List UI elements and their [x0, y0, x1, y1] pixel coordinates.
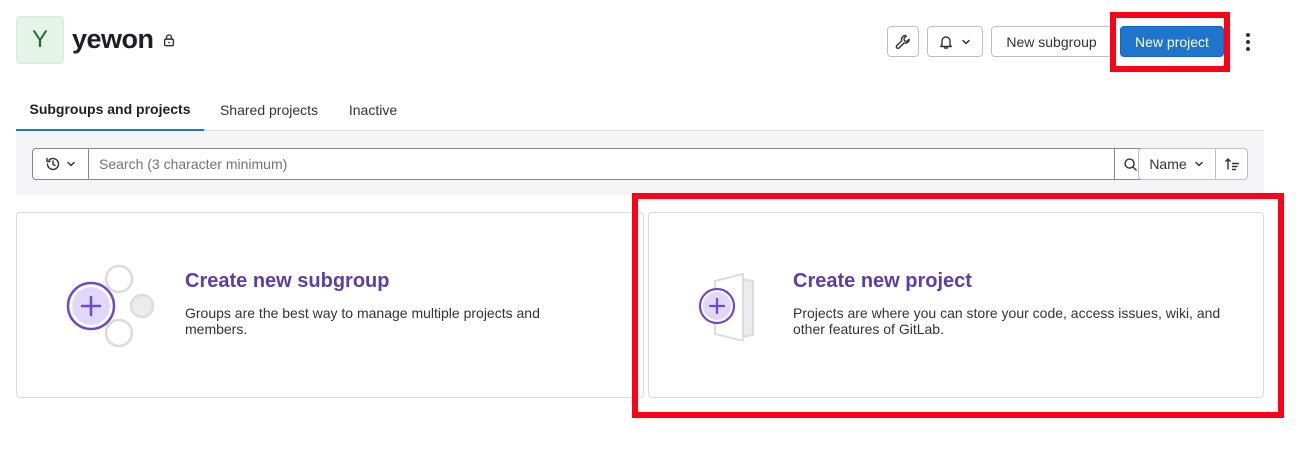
chevron-down-icon	[962, 39, 970, 44]
bell-icon	[940, 35, 952, 49]
create-subgroup-description: Groups are the best way to manage multip…	[185, 305, 540, 337]
tab-shared-projects[interactable]: Shared projects	[204, 88, 334, 131]
create-project-title[interactable]: Create new project	[793, 270, 972, 293]
notification-settings-button[interactable]	[927, 26, 983, 57]
create-subgroup-title[interactable]: Create new subgroup	[185, 270, 389, 293]
sort-by-dropdown[interactable]: Name	[1139, 149, 1216, 179]
create-project-description: Projects are where you can store your co…	[793, 305, 1221, 337]
search-input[interactable]	[89, 149, 1114, 179]
filter-bar: Name	[16, 132, 1264, 195]
project-illustration-icon	[698, 272, 754, 341]
group-tabs: Subgroups and projects Shared projects I…	[16, 88, 1264, 131]
wrench-icon	[895, 34, 910, 49]
tab-inactive[interactable]: Inactive	[334, 88, 412, 131]
kebab-icon[interactable]	[1238, 28, 1258, 56]
subgroup-illustration-icon	[66, 264, 155, 348]
sort-label: Name	[1149, 156, 1187, 172]
sort-direction-icon	[1224, 158, 1239, 171]
tab-subgroups-and-projects[interactable]: Subgroups and projects	[16, 88, 204, 131]
group-settings-button[interactable]	[887, 26, 919, 57]
recent-searches-dropdown[interactable]	[33, 149, 89, 179]
sort-direction-button[interactable]	[1216, 149, 1247, 179]
lock-icon	[163, 33, 174, 46]
sort-control: Name	[1138, 148, 1248, 180]
group-title: yewon	[72, 24, 176, 55]
chevron-down-icon	[1194, 161, 1203, 167]
search-icon	[1123, 157, 1137, 171]
create-project-card[interactable]: Create new project Projects are where yo…	[648, 212, 1264, 398]
new-project-button[interactable]: New project	[1120, 26, 1224, 57]
group-avatar[interactable]: Y	[16, 16, 64, 64]
search-box	[32, 148, 1146, 180]
group-name[interactable]: yewon	[72, 24, 154, 55]
chevron-down-icon	[66, 161, 75, 167]
create-subgroup-card[interactable]: Create new subgroup Groups are the best …	[16, 212, 644, 398]
history-icon	[45, 157, 59, 171]
new-subgroup-button[interactable]: New subgroup	[991, 26, 1112, 57]
